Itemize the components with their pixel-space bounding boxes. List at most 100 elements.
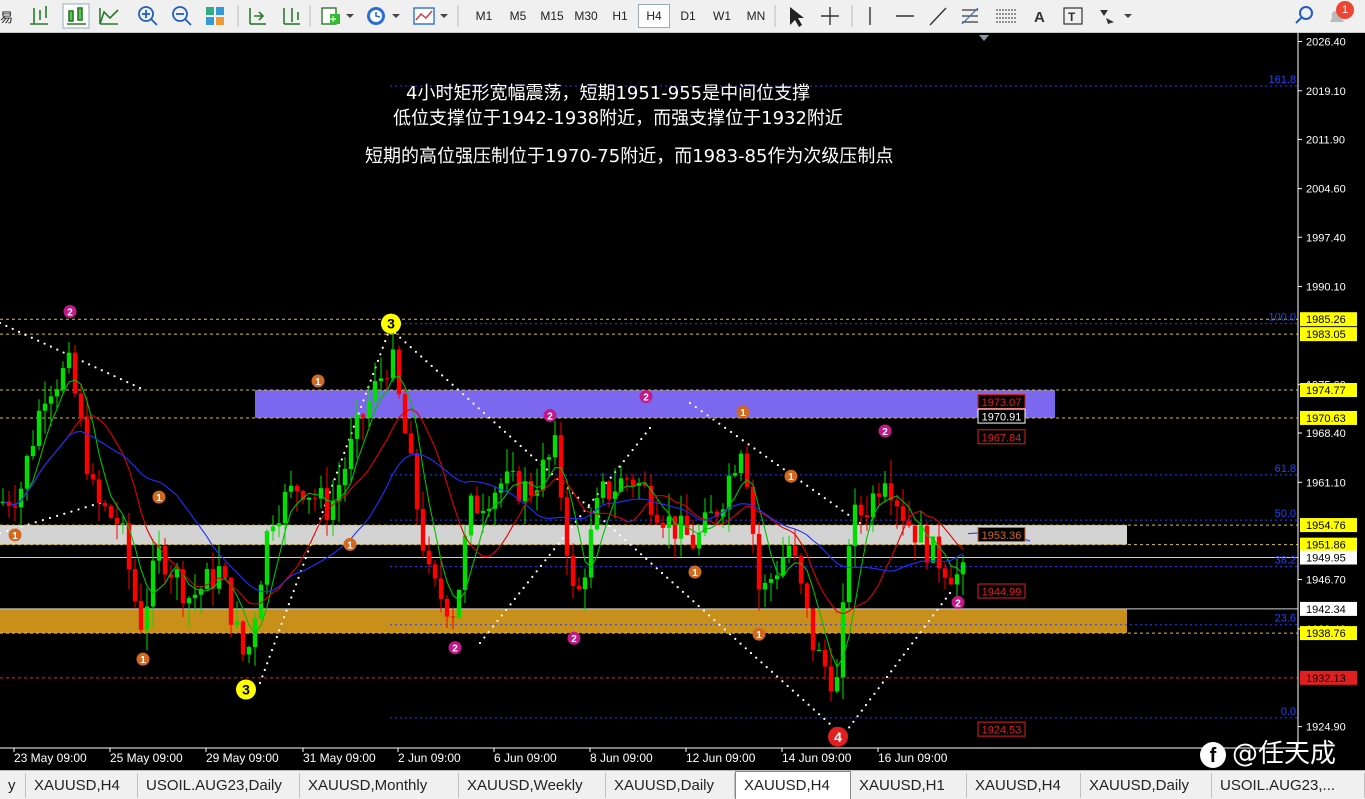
- chart-shift-icon[interactable]: [283, 8, 300, 25]
- svg-text:1985.26: 1985.26: [1306, 314, 1346, 326]
- timeframe-mn-button[interactable]: MN: [740, 4, 772, 28]
- fib-label-50.0: 50.0: [1275, 508, 1296, 520]
- svg-text:1924.53: 1924.53: [982, 725, 1022, 737]
- trend-dot: [409, 346, 412, 349]
- chart-tab-1[interactable]: XAUUSD,H4: [26, 773, 138, 798]
- trend-dot: [522, 586, 525, 589]
- svg-text:1: 1: [740, 408, 746, 419]
- trend-dot: [557, 542, 560, 545]
- trend-dot: [87, 363, 91, 366]
- main-toolbar: 易 + A T M1 M5 M15 M30 H1 H4 D1 W1 MN 1: [0, 0, 1365, 33]
- timeframe-w1-button[interactable]: W1: [706, 4, 738, 28]
- time-tick: 31 May 09:00: [303, 751, 376, 765]
- timeframe-m15-button[interactable]: M15: [536, 4, 568, 28]
- period-clock-icon[interactable]: [367, 7, 400, 25]
- timeframe-h1-button[interactable]: H1: [604, 4, 636, 28]
- svg-text:3: 3: [242, 682, 250, 698]
- price-box-1938.76: 1938.76: [1300, 626, 1357, 641]
- timeframe-h4-button[interactable]: H4: [638, 4, 670, 28]
- text-icon[interactable]: A: [1034, 9, 1045, 26]
- trend-dot: [498, 426, 501, 429]
- search-icon[interactable]: [1295, 6, 1313, 24]
- chart-tab-3[interactable]: XAUUSD,Monthly: [300, 773, 459, 798]
- timeframe-m1-button[interactable]: M1: [468, 4, 500, 28]
- trend-dot: [587, 506, 590, 509]
- chart-tab-4[interactable]: XAUUSD,Weekly: [459, 773, 606, 798]
- trend-dot: [49, 345, 53, 348]
- price-tick: 2019.10: [1306, 86, 1346, 98]
- timeframe-d1-button[interactable]: D1: [672, 4, 704, 28]
- fibo-fan-icon[interactable]: [996, 9, 1016, 23]
- mid-support-zone[interactable]: [0, 525, 1127, 545]
- trend-dot: [848, 726, 851, 729]
- zoom-out-icon[interactable]: [172, 6, 192, 26]
- shapes-icon[interactable]: [1100, 10, 1132, 24]
- trend-dot: [548, 553, 551, 556]
- trend-dot: [776, 463, 780, 467]
- crosshair-lines-icon[interactable]: [30, 6, 48, 25]
- indicators-icon[interactable]: +: [321, 7, 354, 26]
- trend-dot: [852, 720, 855, 723]
- notification-badge[interactable]: 1: [1336, 1, 1354, 19]
- trend-dot: [936, 608, 939, 611]
- trend-dot: [132, 383, 135, 387]
- trend-dot: [37, 339, 40, 342]
- autoscroll-icon[interactable]: [249, 8, 266, 25]
- chart-tab-0[interactable]: y: [0, 773, 26, 798]
- trend-dot: [631, 448, 634, 452]
- trend-line-icon[interactable]: [929, 7, 947, 26]
- zoom-in-icon[interactable]: [138, 6, 158, 26]
- chart-tab-8[interactable]: XAUUSD,H4: [967, 773, 1081, 798]
- trend-dot: [706, 414, 709, 417]
- chart-tab-7[interactable]: XAUUSD,H1: [851, 773, 967, 798]
- trend-dot: [570, 526, 573, 529]
- trend-dot: [518, 592, 521, 595]
- chart-tab-2[interactable]: USOIL.AUG23,Daily: [138, 773, 300, 798]
- timeframe-m30-button[interactable]: M30: [570, 4, 602, 28]
- text-label-icon[interactable]: T: [1063, 7, 1083, 25]
- chart-tab-6[interactable]: XAUUSD,H4: [735, 771, 851, 799]
- trend-dot: [530, 454, 533, 457]
- price-box-1970.63: 1970.63: [1300, 410, 1357, 425]
- chart-label-1970.91: 1970.91: [977, 408, 1026, 424]
- trend-dot: [608, 524, 611, 528]
- trend-dot: [81, 360, 84, 363]
- chart-tab-9[interactable]: XAUUSD,Daily: [1081, 773, 1212, 798]
- low-support-zone[interactable]: [0, 608, 1127, 634]
- time-tick: 29 May 09:00: [206, 751, 279, 765]
- candle: [396, 345, 402, 399]
- svg-text:1951.86: 1951.86: [1306, 540, 1346, 552]
- trend-dot: [902, 653, 905, 656]
- trend-dot: [609, 476, 612, 479]
- fibonacci-icon[interactable]: [961, 7, 979, 25]
- trend-dot: [894, 664, 897, 667]
- tile-windows-icon[interactable]: [206, 7, 224, 25]
- trend-dot: [340, 458, 343, 461]
- cursor-icon[interactable]: [790, 7, 804, 27]
- trend-dot: [505, 608, 508, 612]
- chart-tab-10[interactable]: USOIL.AUG23,...: [1212, 773, 1365, 798]
- trend-dot: [697, 604, 700, 608]
- trend-dot: [702, 609, 705, 612]
- trend-dot: [491, 625, 495, 628]
- chart-tab-5[interactable]: XAUUSD,Daily: [606, 773, 735, 798]
- trend-dot: [451, 383, 454, 386]
- trend-dot: [384, 340, 387, 343]
- trend-dot: [56, 514, 59, 517]
- svg-text:1967.84: 1967.84: [982, 432, 1022, 444]
- trend-dot: [735, 435, 738, 438]
- candle-chart-icon[interactable]: [99, 8, 119, 25]
- crosshair-icon[interactable]: [821, 7, 839, 25]
- trend-dot: [5, 324, 8, 328]
- trend-dot: [446, 378, 449, 382]
- trend-dot: [6, 529, 9, 532]
- trend-dot: [478, 641, 482, 645]
- trend-dot: [776, 675, 779, 678]
- timeframe-m5-button[interactable]: M5: [502, 4, 534, 28]
- wave-marker-3: 3: [236, 679, 256, 700]
- svg-text:1983.05: 1983.05: [1306, 329, 1346, 341]
- trend-dot: [800, 480, 803, 483]
- templates-icon[interactable]: [413, 7, 448, 25]
- trend-dot: [441, 374, 444, 377]
- trend-dot: [553, 548, 556, 551]
